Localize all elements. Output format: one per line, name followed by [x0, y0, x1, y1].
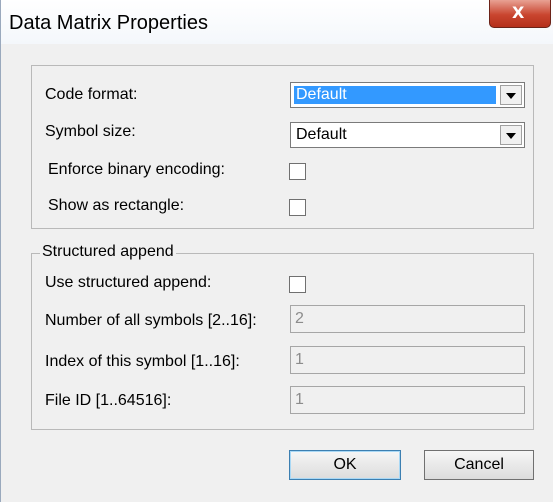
dialog-body: Code format: Default Symbol size: Defaul… — [1, 44, 553, 502]
structured-append-group: Structured append Use structured append:… — [31, 243, 534, 430]
code-format-select[interactable]: Default — [290, 82, 525, 108]
number-of-symbols-label: Number of all symbols [2..16]: — [45, 312, 257, 329]
use-structured-append-checkbox[interactable] — [289, 276, 306, 293]
symbol-size-label: Symbol size: — [45, 123, 136, 140]
show-rectangle-checkbox[interactable] — [289, 199, 306, 216]
close-icon: X — [512, 3, 525, 22]
file-id-value: 1 — [295, 391, 304, 408]
cancel-button[interactable]: Cancel — [424, 450, 534, 480]
code-format-value: Default — [294, 86, 496, 104]
symbol-size-select[interactable]: Default — [290, 122, 525, 148]
title-bar: Data Matrix Properties X — [1, 0, 553, 44]
chevron-down-icon[interactable] — [500, 85, 522, 105]
number-of-symbols-field[interactable]: 2 — [290, 305, 525, 333]
index-of-symbol-value: 1 — [295, 351, 304, 368]
use-structured-append-label: Use structured append: — [45, 274, 212, 291]
enforce-binary-label: Enforce binary encoding: — [48, 161, 225, 178]
structured-append-title: Structured append — [40, 243, 176, 261]
window-title: Data Matrix Properties — [9, 12, 208, 34]
number-of-symbols-value: 2 — [295, 310, 304, 327]
index-of-symbol-field[interactable]: 1 — [290, 346, 525, 374]
format-group: Code format: Default Symbol size: Defaul… — [31, 65, 534, 229]
show-rectangle-label: Show as rectangle: — [48, 197, 185, 214]
ok-button[interactable]: OK — [289, 450, 401, 480]
enforce-binary-checkbox[interactable] — [289, 163, 306, 180]
file-id-field[interactable]: 1 — [290, 386, 525, 414]
chevron-down-icon[interactable] — [500, 125, 522, 145]
close-button[interactable]: X — [489, 0, 551, 28]
code-format-label: Code format: — [45, 86, 138, 103]
file-id-label: File ID [1..64516]: — [45, 392, 172, 409]
symbol-size-value: Default — [296, 126, 347, 143]
dialog-window: Data Matrix Properties X Code format: De… — [0, 0, 553, 502]
index-of-symbol-label: Index of this symbol [1..16]: — [45, 353, 240, 370]
